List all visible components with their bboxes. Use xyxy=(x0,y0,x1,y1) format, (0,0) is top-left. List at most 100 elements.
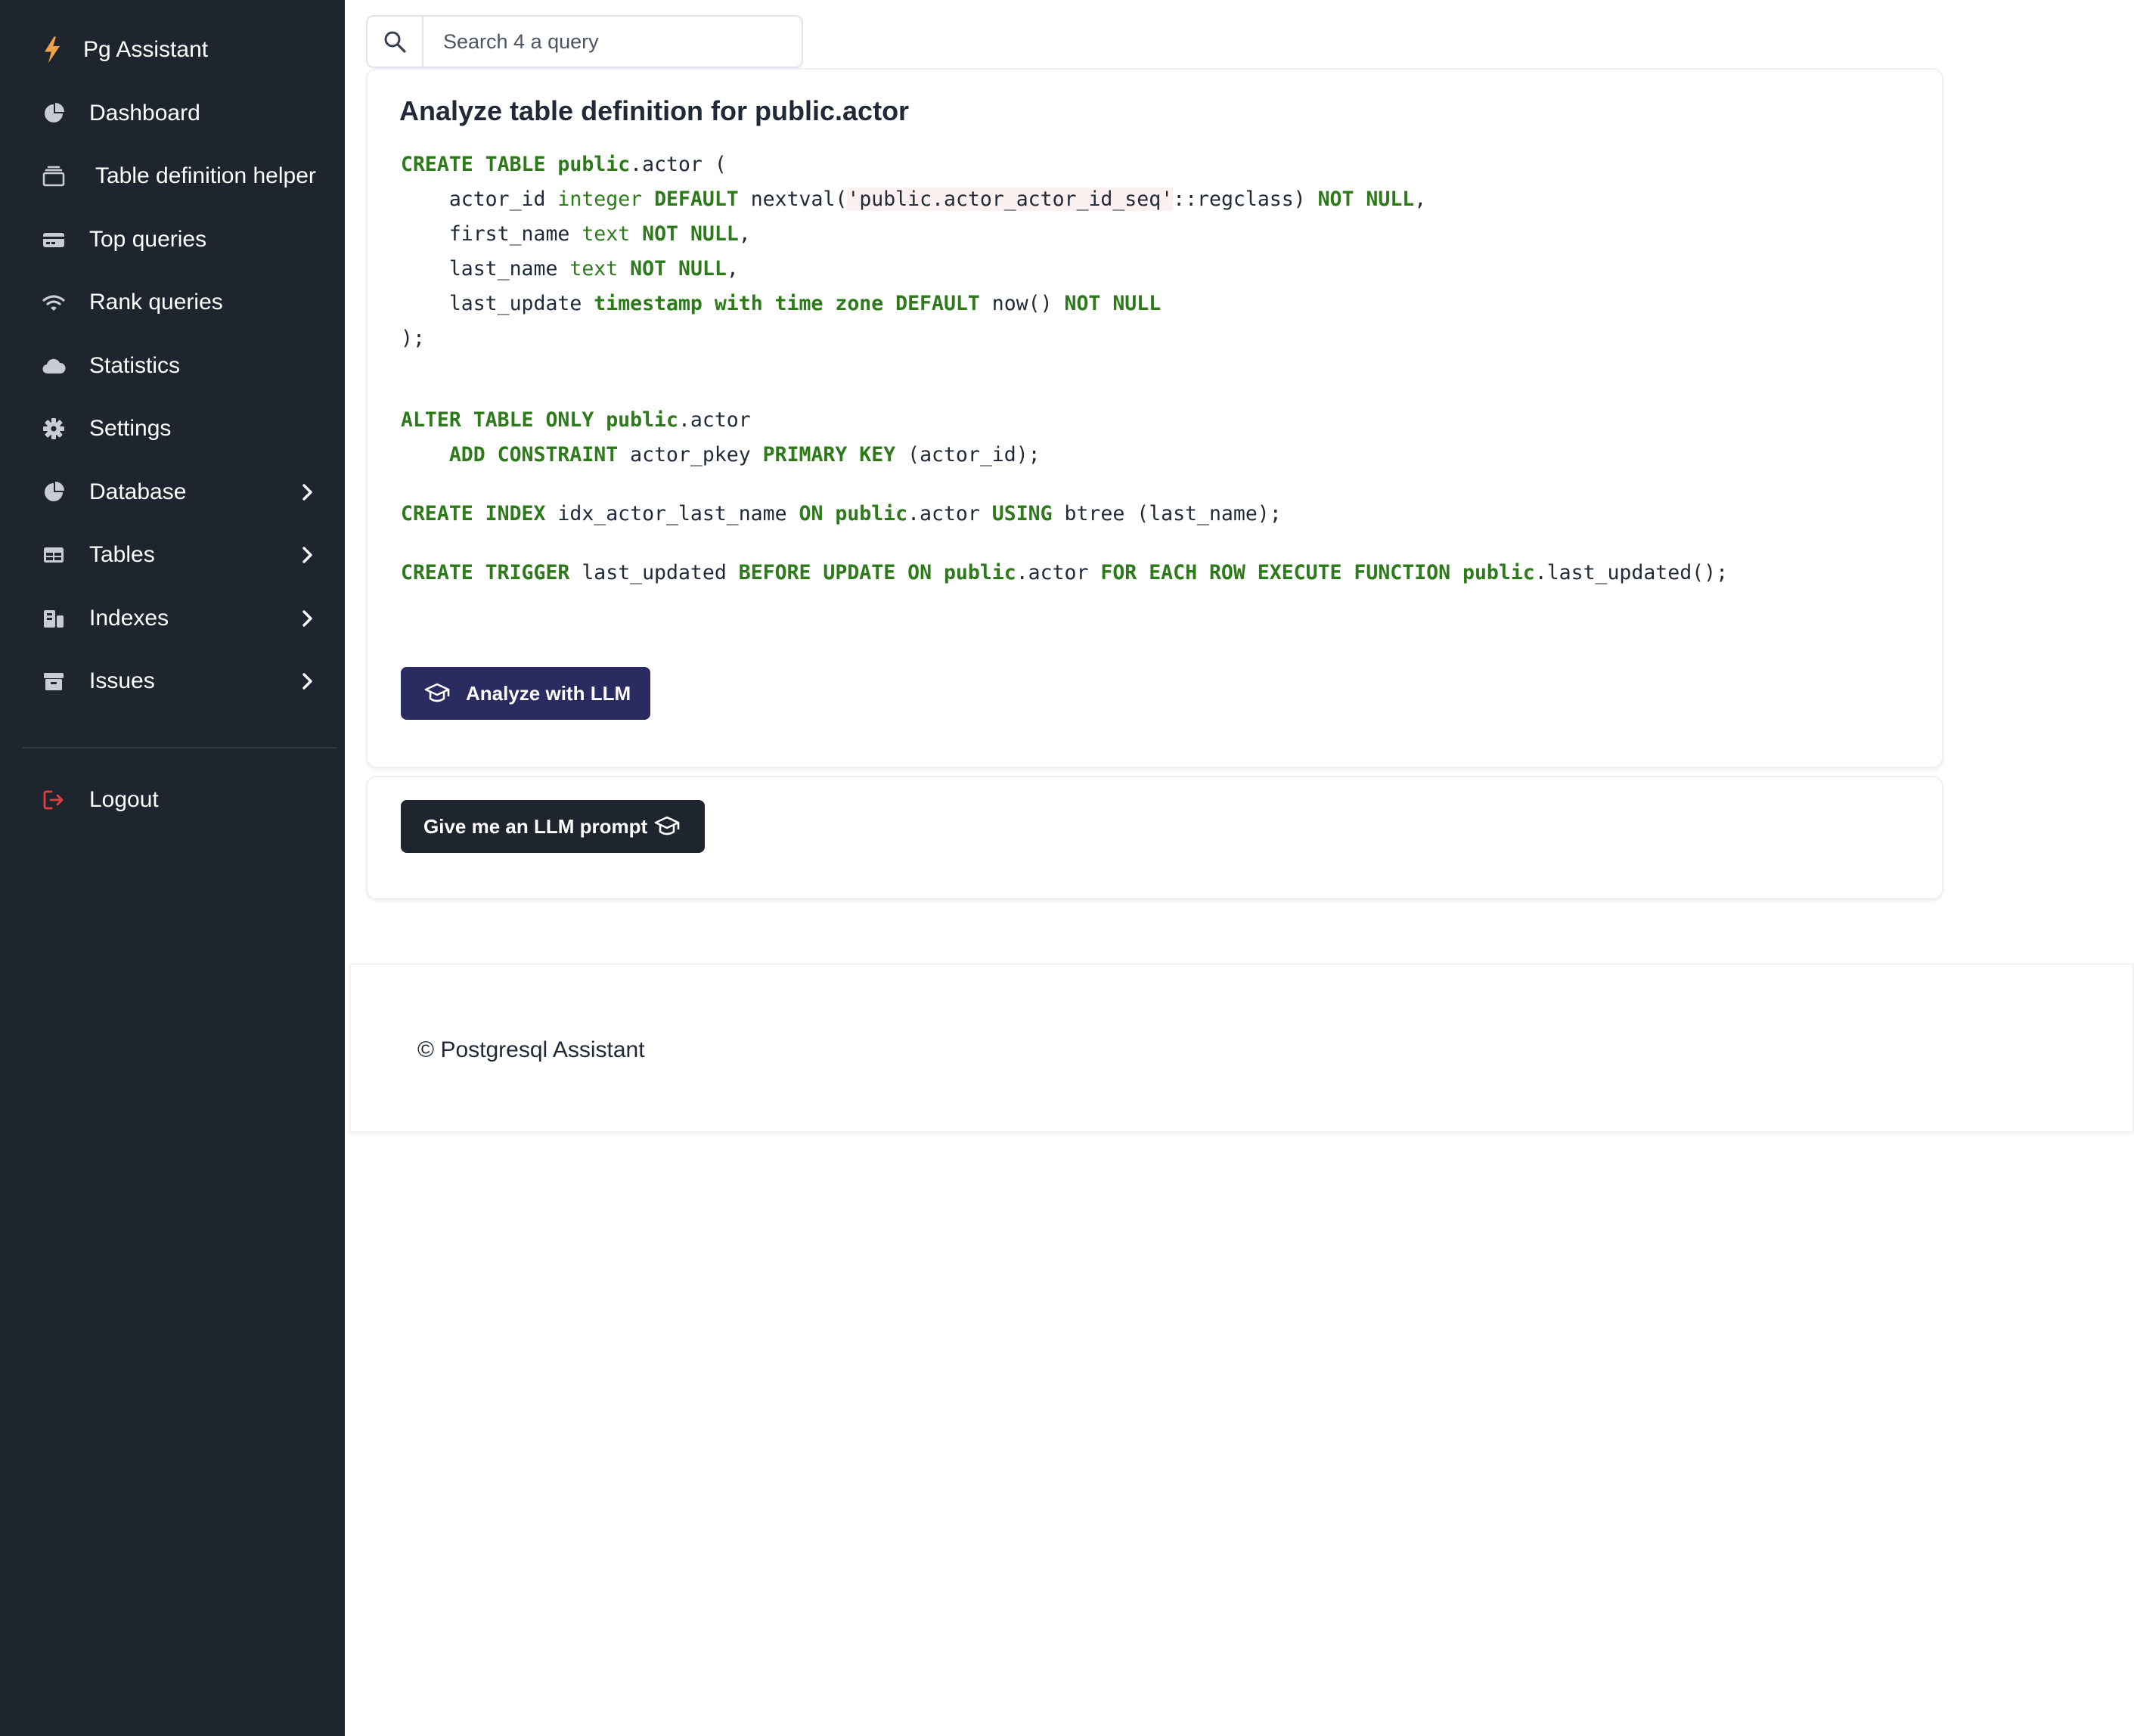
code-token: now() xyxy=(979,292,1065,315)
code-token: BEFORE UPDATE ON public xyxy=(738,561,1016,584)
prompt-button-label: Give me an LLM prompt xyxy=(423,814,648,838)
wifi-icon xyxy=(41,290,67,315)
llm-prompt-card: Give me an LLM prompt xyxy=(366,776,1943,900)
footer: © Postgresql Assistant xyxy=(349,963,2134,1133)
page-title: Analyze table definition for public.acto… xyxy=(399,95,910,126)
code-line: last_name text NOT NULL, xyxy=(401,254,739,284)
sidebar-item-label: Settings xyxy=(89,416,172,442)
sidebar-item-label: Tables xyxy=(89,542,155,568)
chevron-right-icon[interactable] xyxy=(296,482,318,503)
cloud-icon xyxy=(41,353,67,379)
table-definition-card: Analyze table definition for public.acto… xyxy=(366,68,1943,768)
code-token: FOR EACH ROW EXECUTE FUNCTION public xyxy=(1100,561,1535,584)
code-token: ON public xyxy=(799,502,908,525)
archive-icon xyxy=(41,668,67,694)
index-icon xyxy=(41,606,67,631)
code-line: ); xyxy=(401,324,425,354)
card-icon xyxy=(41,227,67,253)
code-line: last_update timestamp with time zone DEF… xyxy=(401,289,1161,319)
code-token: .actor ( xyxy=(630,153,727,176)
sidebar-nav: Dashboard Table definition helper Top qu… xyxy=(0,82,345,713)
llm-prompt-button[interactable]: Give me an LLM prompt xyxy=(401,800,705,853)
sidebar-item-label: Database xyxy=(89,479,187,504)
code-token: ADD CONSTRAINT xyxy=(448,443,619,467)
code-token: ALTER TABLE ONLY public xyxy=(401,408,678,432)
code-string: 'public.actor_actor_id_seq' xyxy=(847,188,1174,211)
sidebar-item-database[interactable]: Database xyxy=(0,460,345,524)
logout-label: Logout xyxy=(89,786,159,812)
code-token: CREATE TRIGGER xyxy=(401,561,570,584)
code-line: CREATE TABLE public.actor ( xyxy=(401,150,727,180)
sidebar-item-top-queries[interactable]: Top queries xyxy=(0,208,345,271)
code-token: .actor xyxy=(1016,561,1101,584)
code-token: .actor xyxy=(678,408,751,432)
analyze-with-llm-button[interactable]: Analyze with LLM xyxy=(401,667,650,720)
sidebar-divider xyxy=(23,747,337,749)
code-line: first_name text NOT NULL, xyxy=(401,219,751,250)
code-line: actor_id integer DEFAULT nextval('public… xyxy=(401,184,1426,215)
code-token: actor_pkey xyxy=(618,443,763,467)
code-token: DEFAULT xyxy=(654,188,739,211)
sidebar-item-label: Indexes xyxy=(89,605,169,631)
sidebar-item-tables[interactable]: Tables xyxy=(0,524,345,587)
analyze-button-label: Analyze with LLM xyxy=(466,681,631,705)
sidebar-item-label: Statistics xyxy=(89,352,181,378)
search-icon[interactable] xyxy=(368,17,423,67)
code-token: NOT NULL xyxy=(1064,292,1162,315)
code-token: public xyxy=(557,153,631,176)
table-icon xyxy=(41,542,67,568)
code-token: .actor xyxy=(907,502,992,525)
code-line: CREATE INDEX idx_actor_last_name ON publ… xyxy=(401,499,1282,529)
code-token: btree (last_name); xyxy=(1052,502,1282,525)
brand[interactable]: Pg Assistant xyxy=(41,30,208,70)
sidebar-item-rank-queries[interactable]: Rank queries xyxy=(0,271,345,335)
code-token: , xyxy=(1414,188,1427,211)
code-line: ADD CONSTRAINT actor_pkey PRIMARY KEY (a… xyxy=(401,440,1041,470)
footer-copyright: © Postgresql Assistant xyxy=(417,1037,645,1062)
code-token: ); xyxy=(401,327,425,350)
search-input[interactable] xyxy=(423,17,802,67)
code-token: USING xyxy=(991,502,1053,525)
sidebar-item-indexes[interactable]: Indexes xyxy=(0,587,345,650)
code-token: last_update xyxy=(401,292,594,315)
lightning-bolt-icon xyxy=(41,36,64,64)
sidebar-item-dashboard[interactable]: Dashboard xyxy=(0,82,345,145)
code-token: actor_id xyxy=(401,188,558,211)
chevron-right-icon[interactable] xyxy=(296,544,318,566)
layers-icon xyxy=(41,163,67,189)
sidebar-item-settings[interactable]: Settings xyxy=(0,398,345,461)
search-bar xyxy=(366,15,803,68)
sidebar-item-table-definition-helper[interactable]: Table definition helper xyxy=(0,145,345,209)
logout-icon xyxy=(41,787,67,813)
sidebar-item-label: Top queries xyxy=(89,226,207,252)
sidebar-item-label: Dashboard xyxy=(89,100,200,126)
code-line: ALTER TABLE ONLY public.actor xyxy=(401,405,751,436)
graduation-cap-icon xyxy=(423,680,451,707)
chevron-right-icon[interactable] xyxy=(296,608,318,629)
code-token: , xyxy=(726,257,739,281)
sidebar: Pg Assistant Dashboard Table definition … xyxy=(0,0,345,1736)
code-token: .last_updated(); xyxy=(1534,561,1729,584)
sidebar-item-statistics[interactable]: Statistics xyxy=(0,334,345,398)
brand-label: Pg Assistant xyxy=(83,37,209,62)
sidebar-item-issues[interactable]: Issues xyxy=(0,650,345,714)
code-line: CREATE TRIGGER last_updated BEFORE UPDAT… xyxy=(401,558,1728,588)
code-token: NOT NULL xyxy=(1317,188,1415,211)
sidebar-item-label: Issues xyxy=(89,668,155,694)
code-token: NOT NULL xyxy=(630,257,727,281)
code-token: last_name xyxy=(401,257,570,281)
code-token: nextval( xyxy=(738,188,848,211)
sidebar-item-label: Rank queries xyxy=(89,290,223,315)
code-token: first_name xyxy=(401,222,582,246)
pie-chart-icon xyxy=(41,479,67,505)
code-token: (actor_id); xyxy=(895,443,1041,467)
chevron-right-icon[interactable] xyxy=(296,671,318,692)
code-token: timestamp with time zone DEFAULT xyxy=(594,292,980,315)
code-token: integer xyxy=(557,188,643,211)
logout-button[interactable]: Logout xyxy=(0,768,345,831)
code-token: CREATE TABLE xyxy=(401,153,546,176)
code-token: CREATE INDEX xyxy=(401,502,546,525)
sidebar-item-label: Table definition helper xyxy=(95,163,316,189)
code-token: , xyxy=(738,222,751,246)
